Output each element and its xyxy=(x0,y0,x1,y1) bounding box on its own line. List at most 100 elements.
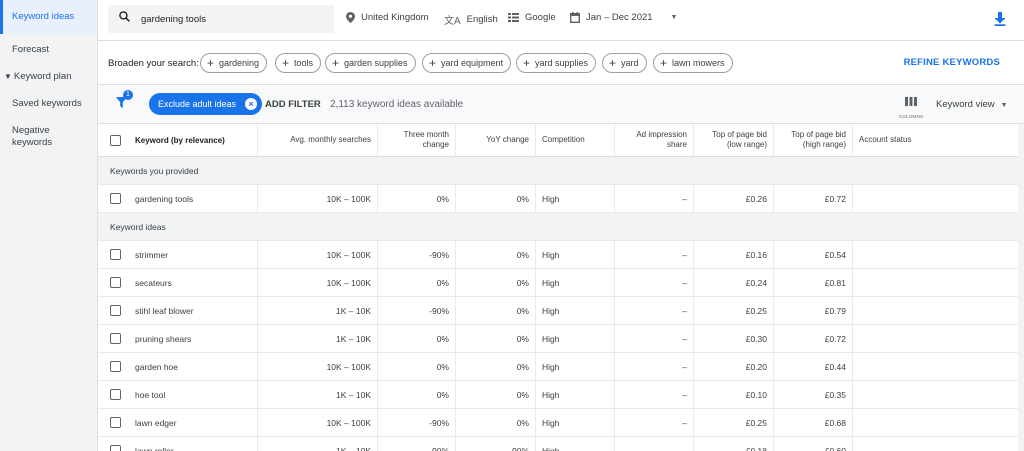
date-range-filter[interactable]: Jan – Dec 2021 ▼ xyxy=(570,12,677,23)
three-month-change-cell: 0% xyxy=(378,353,456,380)
vertical-scrollbar[interactable] xyxy=(1018,124,1024,451)
keyword-text: gardening tools xyxy=(135,193,194,204)
funnel-icon[interactable]: 1 xyxy=(116,90,133,113)
table-row[interactable]: garden hoe 10K – 100K 0% 0% High – £0.20 £0.44 xyxy=(98,353,1024,381)
sidebar-item-keyword-ideas[interactable]: Keyword ideas xyxy=(0,0,97,34)
ad-impression-share-cell: – xyxy=(615,381,694,408)
columns-button[interactable]: COLUMNS xyxy=(898,93,924,119)
top-bid-high-cell: £0.68 xyxy=(774,409,853,436)
competition-cell: High xyxy=(536,241,615,268)
avg-monthly-searches-cell: 10K – 100K xyxy=(258,353,378,380)
plus-icon: + xyxy=(282,56,290,70)
table-row[interactable]: lawn edger 10K – 100K -90% 0% High – £0.25 £0.6… xyxy=(98,409,1024,437)
header-yoy-change[interactable]: YoY change xyxy=(456,124,536,156)
keyword-text: garden hoe xyxy=(135,361,179,372)
avg-monthly-searches-cell: 10K – 100K xyxy=(258,409,378,436)
keyword-cell xyxy=(98,241,258,268)
header-competition[interactable]: Competition xyxy=(536,124,615,156)
header-top-bid-low[interactable]: Top of page bid (low range) xyxy=(694,124,774,156)
row-checkbox[interactable] xyxy=(110,277,121,288)
table-row[interactable]: hoe tool 1K – 10K 0% 0% High – £0.10 £0.35 xyxy=(98,381,1024,409)
keyword-view-dropdown[interactable]: Keyword view ▼ xyxy=(936,99,1008,110)
sidebar-item-forecast[interactable]: Forecast xyxy=(0,44,97,56)
broaden-pill-gardening[interactable]: + gardening xyxy=(200,53,268,73)
top-bid-high-cell: £0.79 xyxy=(774,297,853,324)
search-input[interactable] xyxy=(141,13,321,25)
table-row[interactable]: lawn roller 1K – 10K -90% -90% High – £0.18 £0.… xyxy=(98,437,1024,451)
three-month-change-cell: 0% xyxy=(378,325,456,352)
row-checkbox[interactable] xyxy=(110,417,121,428)
sidebar-item-negative-keywords[interactable]: Negative keywords xyxy=(0,125,80,149)
network-icon xyxy=(508,13,519,22)
exclude-adult-ideas-chip[interactable]: Exclude adult ideas × xyxy=(149,93,263,115)
search-box[interactable] xyxy=(108,5,334,33)
network-label: Google xyxy=(525,12,556,23)
row-checkbox[interactable] xyxy=(110,305,121,316)
language-filter[interactable]: 文A English xyxy=(444,12,498,27)
three-month-change-cell: 0% xyxy=(378,381,456,408)
avg-monthly-searches-cell: 1K – 10K xyxy=(258,437,378,451)
top-bid-high-cell: £0.72 xyxy=(774,185,853,212)
broaden-pill-lawn-mowers[interactable]: + lawn mowers xyxy=(653,53,733,73)
table-row[interactable]: pruning shears 1K – 10K 0% 0% High – £0.30 £0.7… xyxy=(98,325,1024,353)
ad-impression-share-cell: – xyxy=(615,353,694,380)
broaden-search-bar: Broaden your search: + gardening + tools +… xyxy=(98,41,1024,85)
plus-icon: + xyxy=(332,56,340,70)
pill-label: gardening xyxy=(219,58,260,68)
add-filter-button[interactable]: ADD FILTER xyxy=(265,99,321,110)
competition-cell: High xyxy=(536,325,615,352)
table-row[interactable]: secateurs 10K – 100K 0% 0% High – £0.24 £0.81 xyxy=(98,269,1024,297)
translate-icon: 文A xyxy=(444,16,461,27)
row-checkbox[interactable] xyxy=(110,249,121,260)
broaden-pill-garden-supplies[interactable]: + garden supplies xyxy=(325,53,416,73)
language-label: English xyxy=(466,14,498,25)
row-checkbox[interactable] xyxy=(110,193,121,204)
close-icon[interactable]: × xyxy=(245,98,258,110)
competition-cell: High xyxy=(536,381,615,408)
header-ad-impression-share[interactable]: Ad impression share xyxy=(615,124,694,156)
keyword-text: lawn edger xyxy=(135,417,177,428)
row-checkbox[interactable] xyxy=(110,445,121,451)
sidebar-item-saved-keywords[interactable]: Saved keywords xyxy=(0,98,97,110)
calendar-icon xyxy=(570,12,580,23)
yoy-change-cell: 0% xyxy=(456,185,536,212)
broaden-pill-yard-equipment[interactable]: + yard equipment xyxy=(422,53,512,73)
location-filter[interactable]: United Kingdom xyxy=(346,12,429,23)
columns-label: COLUMNS xyxy=(898,114,924,119)
account-status-cell xyxy=(853,185,1024,212)
avg-monthly-searches-cell: 10K – 100K xyxy=(258,241,378,268)
table-row[interactable]: strimmer 10K – 100K -90% 0% High – £0.16 £0.54 xyxy=(98,241,1024,269)
header-three-month-change[interactable]: Three month change xyxy=(378,124,456,156)
row-checkbox[interactable] xyxy=(110,361,121,372)
row-checkbox[interactable] xyxy=(110,333,121,344)
select-all-checkbox[interactable] xyxy=(110,134,121,146)
broaden-pill-yard-supplies[interactable]: + yard supplies xyxy=(516,53,597,73)
header-top-bid-high[interactable]: Top of page bid (high range) xyxy=(774,124,853,156)
refine-keywords-button[interactable]: REFINE KEYWORDS xyxy=(904,57,1000,68)
account-status-cell xyxy=(853,325,1024,352)
keyword-cell xyxy=(98,409,258,436)
three-month-change-cell: 0% xyxy=(378,269,456,296)
broaden-pill-tools[interactable]: + tools xyxy=(275,53,322,73)
header-keyword[interactable]: Keyword (by relevance) xyxy=(135,124,225,156)
table-row[interactable]: gardening tools 10K – 100K 0% 0% High – £0.26 £… xyxy=(98,185,1024,213)
sidebar-item-keyword-plan[interactable]: ▼ Keyword plan xyxy=(0,71,97,83)
filter-row: 1 Exclude adult ideas × ADD FILTER 2,113… xyxy=(98,85,1024,124)
dropdown-caret-icon: ▼ xyxy=(670,14,678,21)
header-account-status[interactable]: Account status xyxy=(853,124,1024,156)
top-bid-high-cell: £0.35 xyxy=(774,381,853,408)
three-month-change-cell: -90% xyxy=(378,297,456,324)
row-checkbox[interactable] xyxy=(110,389,121,400)
table-row[interactable]: stihl leaf blower 1K – 10K -90% 0% High – £0.2… xyxy=(98,297,1024,325)
header-avg-monthly-searches[interactable]: Avg. monthly searches xyxy=(258,124,378,156)
top-bid-high-cell: £0.81 xyxy=(774,269,853,296)
three-month-change-cell: -90% xyxy=(378,409,456,436)
network-filter[interactable]: Google xyxy=(508,12,556,23)
download-icon[interactable] xyxy=(994,12,1006,31)
avg-monthly-searches-cell: 10K – 100K xyxy=(258,185,378,212)
plus-icon: + xyxy=(207,56,215,70)
broaden-pill-yard[interactable]: + yard xyxy=(602,53,647,73)
avg-monthly-searches-cell: 1K – 10K xyxy=(258,325,378,352)
search-icon xyxy=(118,10,131,28)
plus-icon: + xyxy=(429,56,437,70)
